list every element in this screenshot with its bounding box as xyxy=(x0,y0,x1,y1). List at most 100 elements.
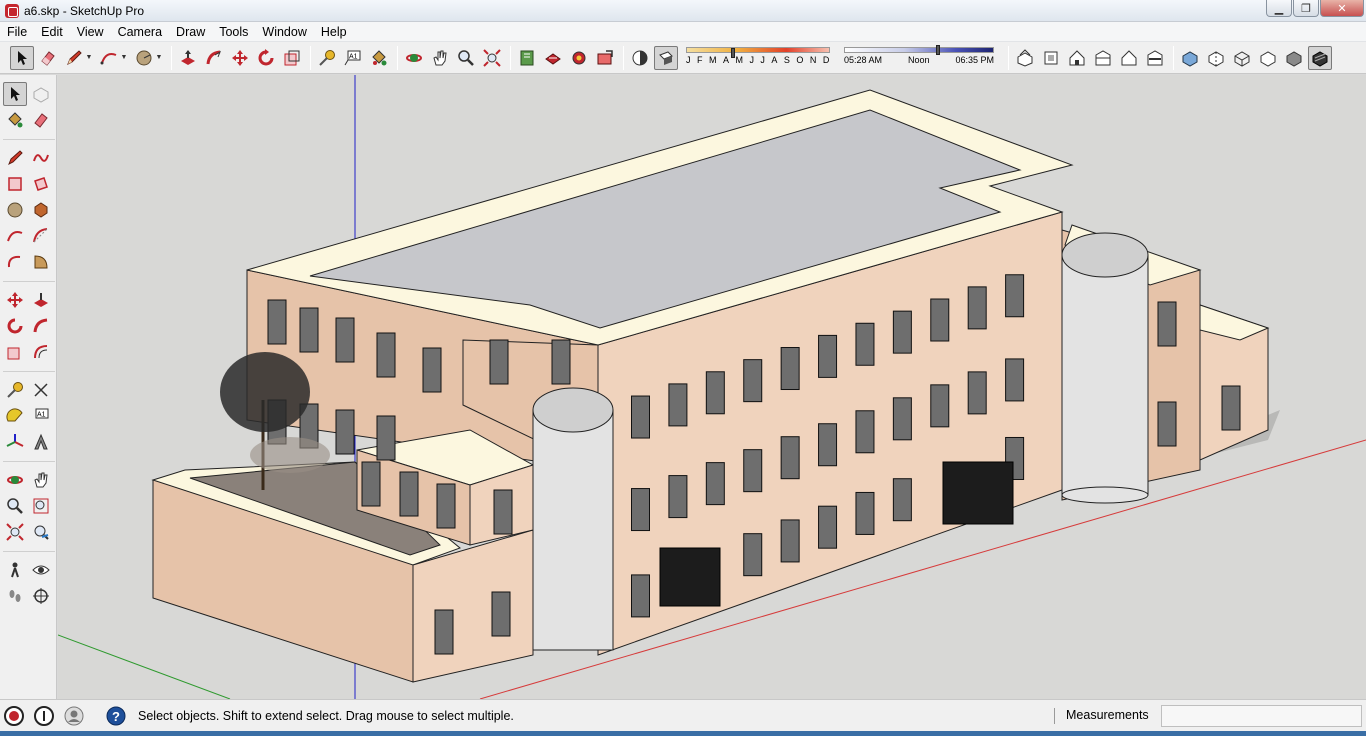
line-tool-dropdown[interactable]: ▼ xyxy=(85,46,93,70)
shadow-settings-button[interactable] xyxy=(628,46,652,70)
month-slider-thumb[interactable] xyxy=(731,47,735,58)
menu-file[interactable]: File xyxy=(0,22,34,42)
view-left-button[interactable] xyxy=(1143,46,1167,70)
protractor-tool[interactable] xyxy=(3,404,27,428)
view-right-button[interactable] xyxy=(1091,46,1115,70)
menu-draw[interactable]: Draw xyxy=(169,22,212,42)
dimension-tool[interactable] xyxy=(29,378,53,402)
position-camera-tool[interactable] xyxy=(3,558,27,582)
scale-tool-button[interactable] xyxy=(280,46,304,70)
circle-tool[interactable] xyxy=(3,198,27,222)
sketchup-app-icon[interactable] xyxy=(5,3,19,18)
orbit-tool-button[interactable] xyxy=(402,46,426,70)
shape-tool-button[interactable] xyxy=(132,46,156,70)
maximize-button[interactable]: ❐ xyxy=(1293,0,1319,17)
select-tool-button[interactable] xyxy=(10,45,34,70)
menu-help[interactable]: Help xyxy=(314,22,354,42)
paint-bucket-tool-button[interactable] xyxy=(367,46,391,70)
zoom-tool-button[interactable] xyxy=(454,46,478,70)
extension-warehouse-button[interactable] xyxy=(593,46,617,70)
axes-tool[interactable] xyxy=(3,430,27,454)
arc-tool-button[interactable] xyxy=(97,46,121,70)
push-pull-tool-button[interactable] xyxy=(176,46,200,70)
text-tool[interactable]: A1 xyxy=(29,404,53,428)
view-back-button[interactable] xyxy=(1117,46,1141,70)
push-pull-tool[interactable] xyxy=(29,288,53,312)
dimension-icon xyxy=(34,383,48,397)
zoom-extents-tool-button[interactable] xyxy=(480,46,504,70)
credits-icon[interactable] xyxy=(34,705,54,726)
rotate-tool-button[interactable] xyxy=(254,46,278,70)
style-xray-button[interactable] xyxy=(1178,46,1202,70)
share-component-button[interactable] xyxy=(567,46,591,70)
tape-measure-tool[interactable] xyxy=(3,378,27,402)
tape-measure-tool-button[interactable] xyxy=(315,46,339,70)
follow-me-tool[interactable] xyxy=(29,314,53,338)
two-point-arc-tool[interactable] xyxy=(29,224,53,248)
style-hidden-line-button[interactable] xyxy=(1256,46,1280,70)
rectangle-tool[interactable] xyxy=(3,172,27,196)
section-plane-tool[interactable] xyxy=(29,584,53,608)
style-shaded-textures-button[interactable] xyxy=(1308,45,1332,70)
time-slider-track[interactable] xyxy=(844,44,994,55)
shadow-month-slider[interactable]: J F M A M J J A S O N D xyxy=(686,45,830,65)
share-model-button[interactable] xyxy=(541,46,565,70)
zoom-window-tool[interactable] xyxy=(29,494,53,518)
select-tool[interactable] xyxy=(3,82,27,106)
menu-tools[interactable]: Tools xyxy=(212,22,255,42)
close-button[interactable]: ✕ xyxy=(1320,0,1364,17)
text-tool-button[interactable]: A1 xyxy=(341,46,365,70)
instructor-help-icon[interactable]: ? xyxy=(106,706,126,726)
model-scene[interactable] xyxy=(58,75,1366,699)
offset-tool[interactable] xyxy=(29,340,53,364)
pie-tool[interactable] xyxy=(29,250,53,274)
line-tool-button[interactable] xyxy=(62,46,86,70)
paint-bucket-tool[interactable] xyxy=(3,108,27,132)
orbit-tool[interactable] xyxy=(3,468,27,492)
measurements-input[interactable] xyxy=(1161,705,1362,727)
display-shadows-toggle[interactable] xyxy=(654,45,678,70)
time-slider-thumb[interactable] xyxy=(936,44,940,55)
menu-view[interactable]: View xyxy=(70,22,111,42)
arc-tool-dropdown[interactable]: ▼ xyxy=(120,46,128,70)
menu-camera[interactable]: Camera xyxy=(111,22,169,42)
view-top-button[interactable] xyxy=(1039,46,1063,70)
minimize-button[interactable]: ▁ xyxy=(1266,0,1292,17)
zoom-extents-tool[interactable] xyxy=(3,520,27,544)
polygon-tool[interactable] xyxy=(29,198,53,222)
walk-tool[interactable] xyxy=(3,584,27,608)
eraser-tool[interactable] xyxy=(29,108,53,132)
pan-tool[interactable] xyxy=(29,468,53,492)
model-viewport[interactable] xyxy=(58,75,1366,699)
month-slider-track[interactable] xyxy=(686,46,830,58)
geo-location-icon[interactable] xyxy=(4,705,24,726)
scale-tool[interactable] xyxy=(3,340,27,364)
rotate-tool[interactable] xyxy=(3,314,27,338)
shape-tool-dropdown[interactable]: ▼ xyxy=(155,46,163,70)
three-point-arc-tool[interactable] xyxy=(3,250,27,274)
style-shaded-button[interactable] xyxy=(1282,46,1306,70)
pan-tool-button[interactable] xyxy=(428,46,452,70)
menu-edit[interactable]: Edit xyxy=(34,22,70,42)
shadow-time-slider[interactable]: 05:28 AM Noon 06:35 PM xyxy=(844,44,994,65)
menu-window[interactable]: Window xyxy=(255,22,313,42)
eraser-tool-button[interactable] xyxy=(36,46,60,70)
previous-view-tool[interactable] xyxy=(29,520,53,544)
look-around-tool[interactable] xyxy=(29,558,53,582)
view-iso-button[interactable] xyxy=(1013,46,1037,70)
move-tool[interactable] xyxy=(3,288,27,312)
follow-me-tool-button[interactable] xyxy=(202,46,226,70)
get-models-button[interactable] xyxy=(515,46,539,70)
line-tool[interactable] xyxy=(3,146,27,170)
user-account-icon[interactable] xyxy=(64,706,84,726)
zoom-tool[interactable] xyxy=(3,494,27,518)
rotated-rectangle-tool[interactable] xyxy=(29,172,53,196)
freehand-tool[interactable] xyxy=(29,146,53,170)
make-component-tool[interactable] xyxy=(29,82,53,106)
style-back-edges-button[interactable] xyxy=(1204,46,1228,70)
3d-text-tool[interactable] xyxy=(29,430,53,454)
move-tool-button[interactable] xyxy=(228,46,252,70)
arc-tool[interactable] xyxy=(3,224,27,248)
style-wireframe-button[interactable] xyxy=(1230,46,1254,70)
view-front-button[interactable] xyxy=(1065,46,1089,70)
